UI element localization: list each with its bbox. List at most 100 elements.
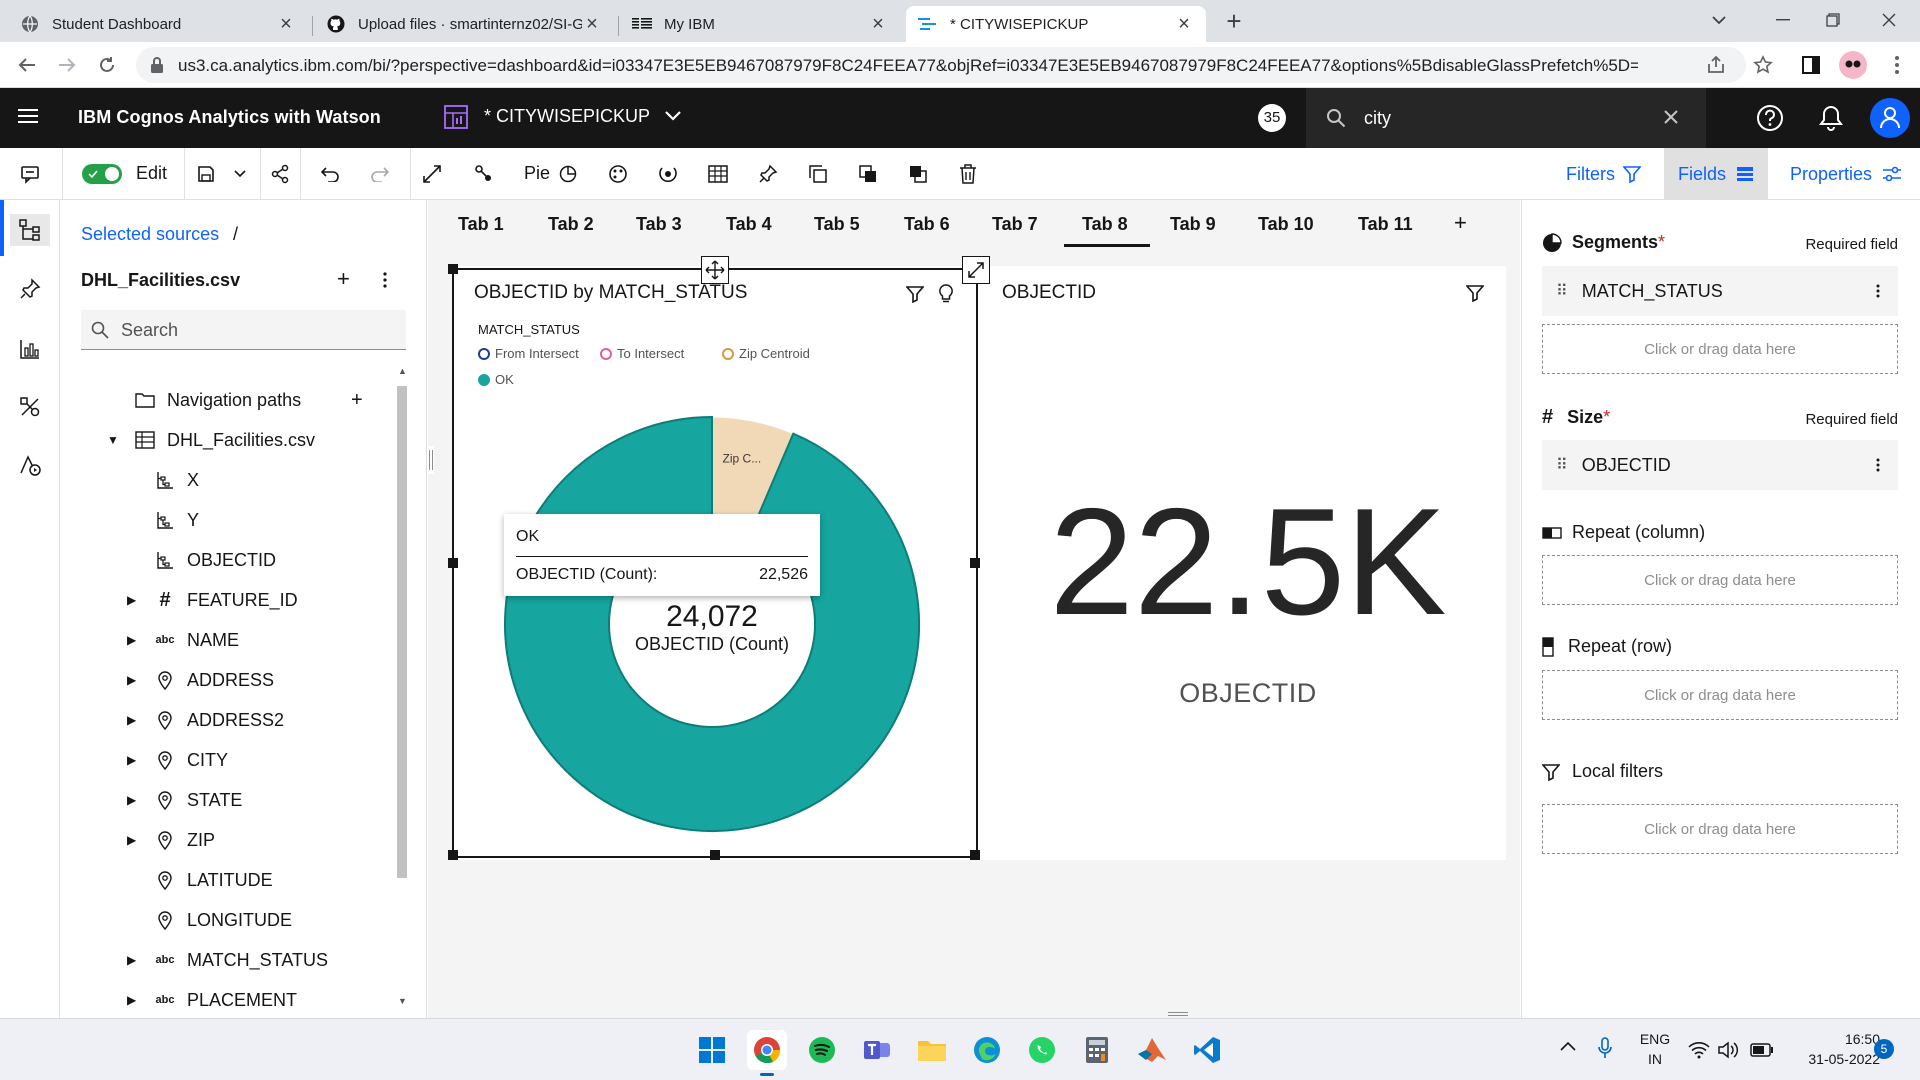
notification-count-badge[interactable]: 35 bbox=[1258, 104, 1286, 132]
bottom-drawer-handle[interactable] bbox=[1168, 1012, 1188, 1016]
widgets-icon[interactable] bbox=[15, 392, 45, 422]
microphone-icon[interactable] bbox=[1598, 1037, 1612, 1059]
url-bar[interactable]: us3.ca.analytics.ibm.com/bi/?perspective… bbox=[136, 47, 1746, 83]
legend-item[interactable]: OK bbox=[478, 372, 514, 387]
lock-icon[interactable] bbox=[150, 56, 164, 74]
wifi-icon[interactable] bbox=[1688, 1041, 1710, 1059]
overflow-menu-icon[interactable] bbox=[383, 272, 387, 288]
undo-icon[interactable] bbox=[316, 160, 344, 188]
segments-slot[interactable]: ⠿ MATCH_STATUS bbox=[1542, 266, 1898, 316]
close-window-icon[interactable] bbox=[1866, 0, 1912, 40]
reload-icon[interactable] bbox=[92, 50, 122, 80]
tree-item-placement[interactable]: ▶ abc PLACEMENT bbox=[61, 980, 401, 1020]
help-icon[interactable] bbox=[1756, 104, 1784, 132]
table-icon[interactable] bbox=[704, 160, 732, 188]
filter-icon[interactable] bbox=[1466, 284, 1484, 302]
browser-tab-github[interactable]: Upload files · smartinternz02/SI-G × bbox=[314, 6, 614, 42]
minimize-icon[interactable] bbox=[1760, 0, 1806, 40]
caret-right-icon[interactable]: ▶ bbox=[127, 593, 139, 607]
hamburger-menu-icon[interactable] bbox=[18, 107, 38, 125]
caret-right-icon[interactable]: ▶ bbox=[127, 713, 139, 727]
overflow-menu-icon[interactable] bbox=[1876, 458, 1880, 472]
resize-handle[interactable] bbox=[448, 558, 458, 568]
caret-down-icon[interactable]: ▼ bbox=[107, 433, 119, 447]
browser-tab-student-dashboard[interactable]: Student Dashboard × bbox=[8, 6, 308, 42]
size-slot[interactable]: ⠿ OBJECTID bbox=[1542, 440, 1898, 490]
insights-icon[interactable] bbox=[654, 160, 682, 188]
repeat-row-drop-zone[interactable]: Click or drag data here bbox=[1542, 670, 1898, 720]
pie-chart-icon[interactable] bbox=[554, 160, 582, 188]
close-icon[interactable]: × bbox=[582, 13, 602, 36]
close-icon[interactable]: × bbox=[276, 13, 296, 36]
clear-search-icon[interactable] bbox=[1664, 110, 1678, 124]
tree-item-address[interactable]: ▶ ADDRESS bbox=[61, 660, 401, 700]
caret-right-icon[interactable]: ▶ bbox=[127, 953, 139, 967]
tree-item-objectid[interactable]: OBJECTID bbox=[61, 540, 401, 580]
whatsapp-icon[interactable] bbox=[1022, 1030, 1062, 1070]
tab-search-icon[interactable] bbox=[1696, 0, 1742, 40]
edge-icon[interactable] bbox=[967, 1030, 1007, 1070]
tree-item-y[interactable]: Y bbox=[61, 500, 401, 540]
resize-handle[interactable] bbox=[970, 558, 980, 568]
notifications-bell-icon[interactable] bbox=[1818, 104, 1844, 132]
chart-type-label[interactable]: Pie bbox=[524, 163, 550, 184]
legend-item[interactable]: From Intersect bbox=[478, 346, 579, 361]
pin-icon[interactable] bbox=[754, 160, 782, 188]
battery-icon[interactable] bbox=[1750, 1043, 1774, 1057]
tree-item-navigation-paths[interactable]: Navigation paths + bbox=[61, 380, 401, 420]
caret-right-icon[interactable]: ▶ bbox=[127, 793, 139, 807]
browser-tab-citywisepickup[interactable]: * CITYWISEPICKUP × bbox=[906, 6, 1206, 42]
dashboard-title[interactable]: * CITYWISEPICKUP bbox=[484, 106, 650, 127]
notification-badge[interactable]: 5 bbox=[1874, 1039, 1894, 1059]
tab-tab-11[interactable]: Tab 11 bbox=[1358, 214, 1413, 235]
caret-right-icon[interactable]: ▶ bbox=[127, 993, 139, 1007]
tree-item-x[interactable]: X bbox=[61, 460, 401, 500]
pin-icon[interactable] bbox=[15, 274, 45, 304]
tab-tab-6[interactable]: Tab 6 bbox=[904, 214, 950, 235]
new-tab-button[interactable]: + bbox=[1220, 8, 1248, 36]
share-icon[interactable] bbox=[1706, 55, 1726, 75]
forward-icon[interactable] bbox=[52, 50, 82, 80]
segments-drop-zone[interactable]: Click or drag data here bbox=[1542, 324, 1898, 374]
share-icon[interactable] bbox=[266, 160, 294, 188]
tab-tab-10[interactable]: Tab 10 bbox=[1258, 214, 1314, 235]
navigation-path-icon[interactable] bbox=[470, 160, 498, 188]
caret-right-icon[interactable]: ▶ bbox=[127, 753, 139, 767]
tree-item-match-status[interactable]: ▶ abc MATCH_STATUS bbox=[61, 940, 401, 980]
lightbulb-icon[interactable] bbox=[938, 284, 954, 304]
add-navigation-path-button[interactable]: + bbox=[351, 389, 363, 412]
data-sources-icon[interactable] bbox=[10, 214, 50, 246]
drag-handle-icon[interactable]: ⠿ bbox=[1556, 281, 1568, 301]
tab-tab-2[interactable]: Tab 2 bbox=[548, 214, 594, 235]
comment-icon[interactable] bbox=[16, 160, 44, 188]
bring-to-front-icon[interactable] bbox=[854, 160, 882, 188]
properties-tab[interactable]: Properties bbox=[1776, 148, 1916, 200]
spotify-icon[interactable] bbox=[802, 1030, 842, 1070]
matlab-icon[interactable] bbox=[1132, 1030, 1172, 1070]
tree-item-state[interactable]: ▶ STATE bbox=[61, 780, 401, 820]
repeat-column-drop-zone[interactable]: Click or drag data here bbox=[1542, 555, 1898, 605]
filters-tab[interactable]: Filters bbox=[1552, 148, 1655, 200]
expand-icon[interactable] bbox=[418, 160, 446, 188]
tree-item-name[interactable]: ▶ abc NAME bbox=[61, 620, 401, 660]
resize-handle[interactable] bbox=[710, 850, 720, 860]
kpi-widget[interactable]: OBJECTID 22.5K OBJECTID bbox=[980, 268, 1506, 858]
source-search-input[interactable]: Search bbox=[81, 310, 406, 350]
local-filters-drop-zone[interactable]: Click or drag data here bbox=[1542, 804, 1898, 854]
save-icon[interactable] bbox=[192, 160, 220, 188]
tree-item-longitude[interactable]: LONGITUDE bbox=[61, 900, 401, 940]
tab-tab-9[interactable]: Tab 9 bbox=[1170, 214, 1216, 235]
vscode-icon[interactable] bbox=[1187, 1030, 1227, 1070]
resize-handle[interactable] bbox=[448, 850, 458, 860]
visualizations-icon[interactable] bbox=[15, 334, 45, 364]
panel-resize-handle[interactable] bbox=[428, 446, 434, 474]
calculator-icon[interactable] bbox=[1077, 1030, 1117, 1070]
tree-item-latitude[interactable]: LATITUDE bbox=[61, 860, 401, 900]
caret-right-icon[interactable]: ▶ bbox=[127, 673, 139, 687]
profile-avatar[interactable] bbox=[1838, 50, 1868, 80]
move-icon[interactable] bbox=[701, 256, 729, 284]
more-menu-icon[interactable] bbox=[1882, 50, 1912, 80]
edit-toggle[interactable] bbox=[82, 164, 122, 184]
filter-icon[interactable] bbox=[906, 285, 924, 303]
tab-tab-4[interactable]: Tab 4 bbox=[726, 214, 772, 235]
